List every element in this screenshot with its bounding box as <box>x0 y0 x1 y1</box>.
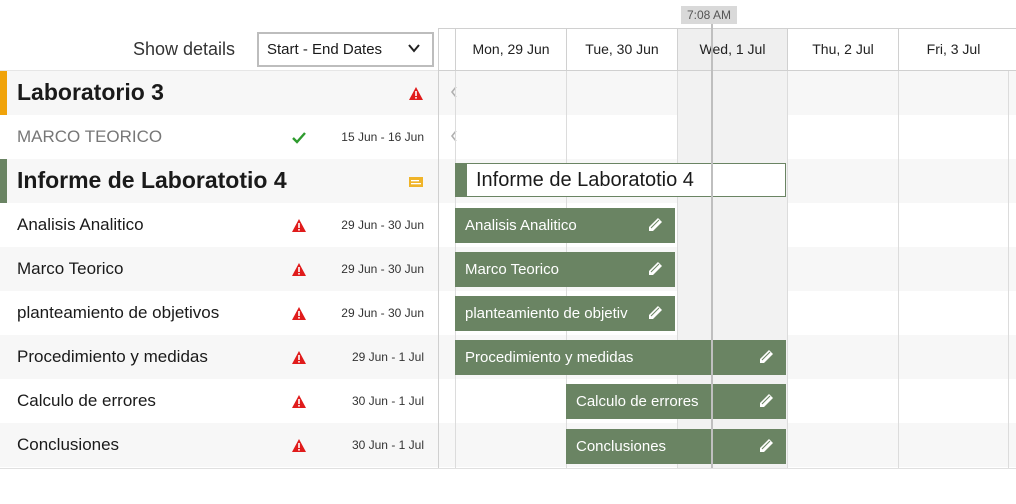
grid-line <box>1008 71 1009 468</box>
warning-icon <box>292 395 306 408</box>
warning-icon <box>292 307 306 320</box>
task-name: Analisis Analitico <box>17 215 144 234</box>
task-dates: 15 Jun - 16 Jun <box>341 130 424 144</box>
show-details-label: Show details <box>133 39 236 59</box>
day-header-wed-1-jul: Wed, 1 Jul <box>677 29 787 70</box>
task-name: Conclusiones <box>17 435 120 454</box>
summary-bar-cap <box>456 164 467 196</box>
current-time-line <box>711 24 713 468</box>
task-dates: 29 Jun - 30 Jun <box>341 218 424 232</box>
bottom-divider <box>0 468 1016 469</box>
current-time-marker: 7:08 AM <box>681 6 737 24</box>
edit-pencil-icon[interactable] <box>758 393 774 409</box>
details-select[interactable]: Start - End Dates <box>257 32 434 67</box>
day-header-mon-29-jun: Mon, 29 Jun <box>455 29 566 70</box>
bar-label: Procedimiento y medidas <box>465 349 634 366</box>
edit-pencil-icon[interactable] <box>758 349 774 365</box>
current-time-label: 7:08 AM <box>686 8 732 22</box>
task-dates: 30 Jun - 1 Jul <box>351 394 424 408</box>
bar-label: Marco Teorico <box>465 261 559 278</box>
note-card-icon <box>409 177 423 187</box>
warning-icon <box>292 439 306 452</box>
chevron-down-icon <box>408 44 420 53</box>
task-name: planteamiento de objetivos <box>17 303 220 322</box>
grid-line <box>787 71 788 468</box>
task-dates: 30 Jun - 1 Jul <box>351 438 424 452</box>
task-name: Marco Teorico <box>17 259 124 278</box>
gantt-bar-analisis-analitico[interactable]: Analisis Analitico <box>455 208 675 243</box>
edit-pencil-icon[interactable] <box>758 438 774 454</box>
details-select-value: Start - End Dates <box>267 41 383 58</box>
edit-pencil-icon[interactable] <box>647 261 663 277</box>
gantt-bar-procedimiento[interactable]: Procedimiento y medidas <box>455 340 786 375</box>
task-dates: 29 Jun - 1 Jul <box>351 350 424 364</box>
timeline-header: Mon, 29 Jun Tue, 30 Jun Wed, 1 Jul Thu, … <box>438 28 1016 71</box>
task-dates: 29 Jun - 30 Jun <box>341 306 424 320</box>
gantt-bar-calculo-errores[interactable]: Calculo de errores <box>566 384 786 419</box>
edit-pencil-icon[interactable] <box>647 305 663 321</box>
grid-line <box>898 71 899 468</box>
summary-accent-bar <box>0 71 7 115</box>
gantt-summary-bar-informe[interactable]: Informe de Laboratotio 4 <box>455 163 786 197</box>
edit-pencil-icon[interactable] <box>647 217 663 233</box>
day-header-thu-2-jul: Thu, 2 Jul <box>787 29 898 70</box>
warning-icon <box>292 351 306 364</box>
bar-label: Calculo de errores <box>576 393 699 410</box>
day-header-fri-3-jul: Fri, 3 Jul <box>898 29 1008 70</box>
gantt-bar-planteamiento[interactable]: planteamiento de objetiv <box>455 296 675 331</box>
task-name: Informe de Laboratotio 4 <box>17 167 287 193</box>
checkmark-icon <box>292 132 306 144</box>
bar-label: Conclusiones <box>576 438 667 455</box>
gantt-bar-conclusiones[interactable]: Conclusiones <box>566 429 786 464</box>
bar-label: Analisis Analitico <box>465 217 577 234</box>
warning-icon <box>292 263 306 276</box>
warning-icon <box>409 87 423 100</box>
warning-icon <box>292 219 306 232</box>
task-name: Calculo de errores <box>17 391 156 410</box>
bar-label: Informe de Laboratotio 4 <box>476 169 694 191</box>
task-name: Laboratorio 3 <box>17 79 164 105</box>
task-name: Procedimiento y medidas <box>17 347 208 366</box>
day-header-tue-30-jun: Tue, 30 Jun <box>566 29 677 70</box>
gantt-bar-marco-teorico[interactable]: Marco Teorico <box>455 252 675 287</box>
task-dates: 29 Jun - 30 Jun <box>341 262 424 276</box>
task-name: MARCO TEORICO <box>17 127 163 146</box>
bar-label: planteamiento de objetiv <box>465 305 628 322</box>
summary-accent-bar <box>0 159 7 203</box>
